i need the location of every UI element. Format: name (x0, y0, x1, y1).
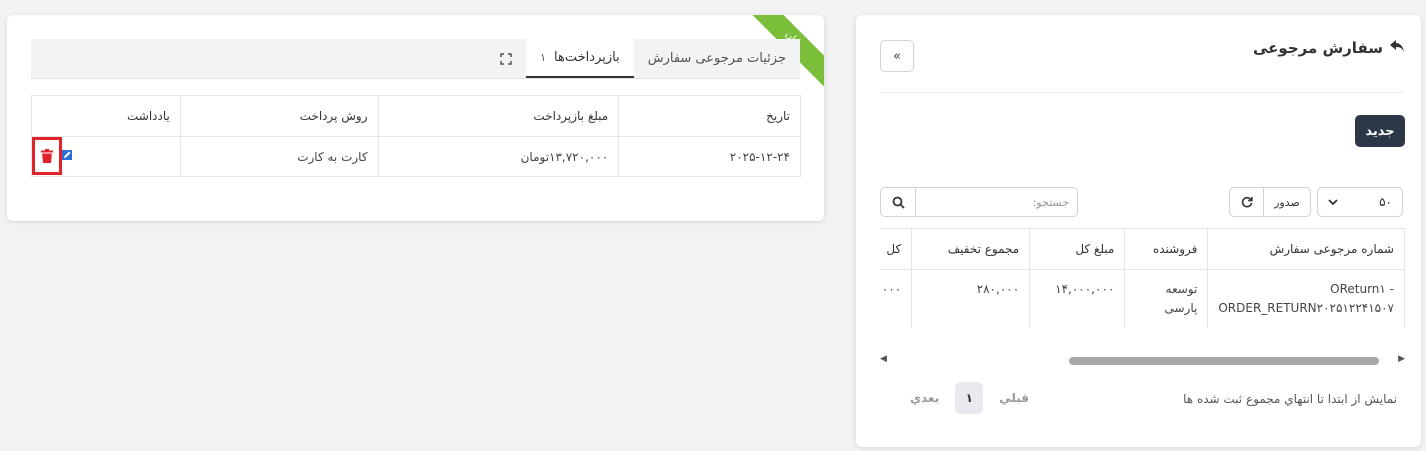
table-header-row: تاریخ مبلغ بازپرداخت روش پرداخت یادداشت (31, 95, 801, 137)
page-size-select[interactable]: ۵۰ (1317, 187, 1403, 217)
pagination: قبلي ۱ بعدي (904, 382, 1035, 414)
net-cell: ۰۰۰ (880, 269, 913, 328)
horizontal-scrollbar[interactable]: ◀ ▶ (880, 353, 1405, 369)
table-toolbar: صدور (1229, 187, 1311, 217)
tab-count-badge: ۱ (540, 51, 547, 64)
expand-icon (500, 52, 512, 65)
delete-button[interactable] (32, 137, 62, 175)
table-info: نمایش از ابتدا تا انتهاي مجموع ثبت شده ه… (1183, 392, 1397, 406)
column-header[interactable]: فروشنده (1124, 228, 1209, 270)
current-page-button[interactable]: ۱ (955, 382, 984, 414)
scrollbar-thumb[interactable] (1069, 357, 1379, 365)
tab-return-details[interactable]: جزئیات مرجوعی سفارش (634, 39, 800, 78)
chevrons-left-icon: « (893, 48, 901, 64)
column-header: یادداشت (31, 95, 181, 137)
discount-cell: ۲۸۰,۰۰۰ (911, 269, 1031, 328)
table-row: ۲۰۲۵-۱۲-۲۴ ۱۳,۷۲۰,۰۰۰تومان کارت به کارت (31, 136, 801, 177)
export-button[interactable]: صدور (1264, 188, 1310, 216)
scroll-left-icon[interactable]: ◀ (880, 354, 887, 364)
return-detail-card: پایان جزئیات مرجوعی سفارش بازپرداخت‌ها ۱… (7, 15, 824, 221)
column-header: روش پرداخت (179, 95, 379, 137)
tab-label: جزئیات مرجوعی سفارش (647, 51, 786, 66)
divider (880, 92, 1405, 93)
return-orders-card: سفارش مرجوعی « جدید ۵۰ صدور شماره مرجوعی… (856, 15, 1421, 447)
column-header: تاریخ (618, 95, 801, 137)
chevron-down-icon (1328, 195, 1338, 209)
scroll-right-icon[interactable]: ▶ (1398, 354, 1405, 364)
orders-table-container: شماره مرجوعی سفارش فروشنده مبلغ کل مجموع… (880, 228, 1405, 350)
search-icon (892, 196, 905, 209)
column-header: مبلغ بازپرداخت (377, 95, 620, 137)
page-title-text: سفارش مرجوعی (1253, 39, 1383, 57)
orders-table: شماره مرجوعی سفارش فروشنده مبلغ کل مجموع… (880, 228, 1405, 328)
column-header[interactable]: کل (880, 228, 913, 270)
tab-label: بازپرداخت‌ها (554, 50, 620, 65)
search-box (880, 187, 1078, 217)
note-actions-cell (31, 136, 181, 177)
total-cell: ۱۴,۰۰۰,۰۰۰ (1029, 269, 1126, 328)
next-page-button[interactable]: بعدي (904, 391, 945, 405)
expand-button[interactable] (486, 39, 526, 78)
page-size-value: ۵۰ (1379, 195, 1392, 209)
reply-icon (1389, 39, 1405, 57)
seller-cell: توسعه پارسی (1124, 269, 1209, 328)
page-title: سفارش مرجوعی (1253, 39, 1405, 57)
search-button[interactable] (881, 188, 916, 216)
refunds-table: تاریخ مبلغ بازپرداخت روش پرداخت یادداشت … (31, 95, 801, 177)
prev-page-button[interactable]: قبلي (993, 391, 1035, 405)
edit-icon[interactable] (62, 150, 72, 163)
refresh-icon (1241, 196, 1253, 208)
order-number-cell: OReturn۱ - ORDER_RETURN۲۰۲۵۱۲۲۴۱۵۰۷ (1207, 269, 1405, 328)
new-button[interactable]: جدید (1355, 115, 1405, 147)
amount-cell: ۱۳,۷۲۰,۰۰۰تومان (377, 136, 620, 177)
date-cell: ۲۰۲۵-۱۲-۲۴ (618, 136, 801, 177)
refresh-button[interactable] (1230, 188, 1264, 216)
method-cell: کارت به کارت (179, 136, 379, 177)
column-header[interactable]: مبلغ کل (1029, 228, 1126, 270)
collapse-button[interactable]: « (880, 40, 914, 72)
search-input[interactable] (916, 188, 1077, 216)
trash-icon (41, 149, 53, 163)
column-header[interactable]: مجموع تخفیف (911, 228, 1031, 270)
table-row[interactable]: OReturn۱ - ORDER_RETURN۲۰۲۵۱۲۲۴۱۵۰۷ توسع… (880, 269, 1405, 328)
tab-refunds[interactable]: بازپرداخت‌ها ۱ (526, 39, 634, 78)
table-header-row: شماره مرجوعی سفارش فروشنده مبلغ کل مجموع… (880, 228, 1405, 270)
tab-bar: جزئیات مرجوعی سفارش بازپرداخت‌ها ۱ (31, 39, 800, 79)
column-header[interactable]: شماره مرجوعی سفارش (1207, 228, 1405, 270)
